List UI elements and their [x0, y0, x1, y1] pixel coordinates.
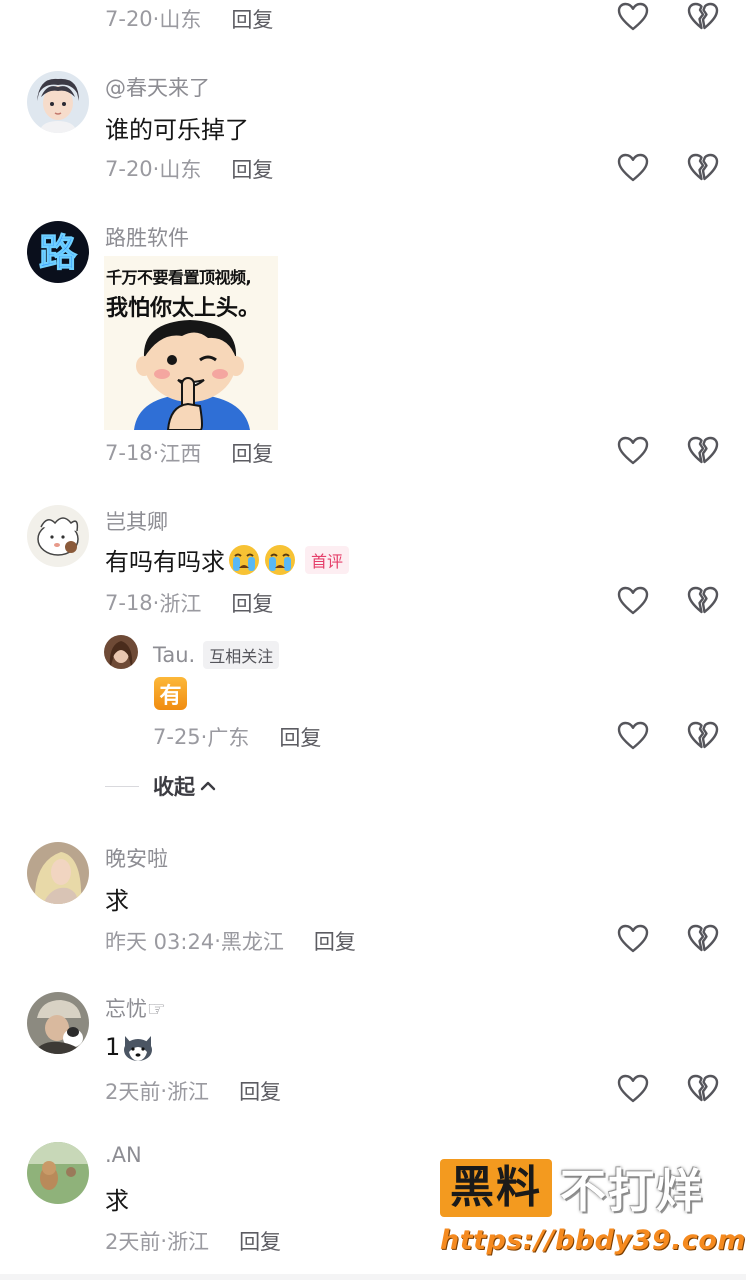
broken-heart-icon[interactable]: [686, 719, 720, 753]
comment-date: 2天前: [105, 1230, 161, 1254]
comment-username[interactable]: 忘忧☞: [105, 993, 166, 1023]
comment-text: 1: [105, 1033, 121, 1061]
heart-outline-icon[interactable]: [616, 922, 650, 956]
comment-username[interactable]: 晚安啦: [105, 843, 168, 873]
reply-button[interactable]: 回复: [231, 438, 273, 468]
cartoon-boy-image: [134, 320, 250, 430]
comment-meta: 2天前 · 浙江 回复: [105, 1076, 281, 1106]
comment-region: 浙江: [159, 592, 202, 616]
reply-button[interactable]: 回复: [239, 1226, 281, 1256]
reply-region: 广东: [207, 726, 250, 750]
avatar[interactable]: [27, 1142, 89, 1204]
reply-button[interactable]: 回复: [314, 926, 356, 956]
comment-meta: 昨天 03:24 · 黑龙江 回复: [105, 926, 356, 956]
comment-text: 求: [105, 887, 129, 915]
comment-region: 浙江: [167, 1230, 210, 1254]
watermark: 黑料 不打烊 https://bbdy39.com: [440, 1155, 746, 1260]
reply-button[interactable]: 回复: [231, 154, 273, 184]
comment-date: 2天前: [105, 1080, 161, 1104]
heart-outline-icon[interactable]: [616, 0, 650, 34]
broken-heart-icon[interactable]: [686, 1072, 720, 1106]
broken-heart-icon[interactable]: [686, 584, 720, 618]
heart-outline-icon[interactable]: [616, 719, 650, 753]
comment-username[interactable]: 路胜软件: [105, 222, 189, 252]
reply-button[interactable]: 回复: [239, 1076, 281, 1106]
reply-text: 有: [159, 683, 182, 709]
heart-outline-icon[interactable]: [616, 434, 650, 468]
comment-region: 山东: [159, 8, 202, 32]
watermark-url: https://bbdy39.com: [440, 1225, 746, 1256]
broken-heart-icon[interactable]: [686, 434, 720, 468]
heart-outline-icon[interactable]: [616, 584, 650, 618]
husky-face-icon: [124, 1036, 153, 1061]
comment-text-row: 有吗有吗求 首评: [105, 542, 350, 577]
crying-face-icon: [263, 543, 297, 577]
watermark-brand-text: 不打烊: [560, 1164, 704, 1218]
mutual-follow-badge: 互相关注: [203, 641, 280, 669]
reply-user-row: Tau. 互相关注: [153, 641, 280, 669]
reply-button[interactable]: 回复: [279, 722, 321, 752]
avatar[interactable]: [104, 635, 138, 669]
watermark-brand: 黑料 不打烊: [440, 1155, 740, 1221]
comment-region: 江西: [159, 442, 202, 466]
reply-date: 7-25: [153, 725, 201, 749]
comment-sticker[interactable]: 千万不要看置顶视频, 我怕你太上头。: [104, 256, 278, 430]
watermark-brand-box: 黑料: [440, 1159, 552, 1217]
heart-outline-icon[interactable]: [616, 151, 650, 185]
avatar[interactable]: 路: [27, 221, 89, 283]
collapse-label: 收起: [153, 775, 195, 799]
crying-face-icon: [227, 543, 261, 577]
comment-date: 7-20: [105, 7, 153, 31]
avatar[interactable]: [27, 842, 89, 904]
reply-meta: 7-25 · 广东 回复: [153, 722, 321, 752]
comment-text: 谁的可乐掉了: [105, 116, 249, 144]
comment-region: 浙江: [167, 1080, 210, 1104]
first-comment-badge: 首评: [305, 545, 350, 574]
heart-outline-icon[interactable]: [616, 1072, 650, 1106]
comment-date: 7-18: [105, 441, 153, 465]
chevron-up-icon: [200, 781, 216, 791]
comment-username[interactable]: .AN: [105, 1143, 142, 1167]
comment-text: 求: [105, 1187, 129, 1215]
comment-meta: 7-20 · 山东 回复: [105, 4, 273, 34]
comment-meta: 7-18 · 浙江 回复: [105, 588, 273, 618]
comment-username[interactable]: @春天来了: [105, 72, 210, 102]
comment-meta: 7-18 · 江西 回复: [105, 438, 273, 468]
reply-text-tile: 有: [154, 677, 187, 710]
comment-date: 7-18: [105, 591, 153, 615]
comment-region: 山东: [159, 158, 202, 182]
avatar[interactable]: [27, 71, 89, 133]
reply-button[interactable]: 回复: [231, 588, 273, 618]
reply-button[interactable]: 回复: [231, 4, 273, 34]
broken-heart-icon[interactable]: [686, 151, 720, 185]
comment-region: 黑龙江: [220, 930, 284, 954]
reply-username[interactable]: Tau.: [153, 643, 195, 667]
avatar[interactable]: [27, 505, 89, 567]
bottom-divider: [0, 1274, 746, 1280]
collapse-replies-button[interactable]: 收起: [105, 771, 217, 801]
comment-text: 有吗有吗求: [105, 548, 225, 576]
comment-meta: 2天前 · 浙江 回复: [105, 1226, 281, 1256]
comment-text-row: 1: [105, 1030, 155, 1064]
avatar[interactable]: [27, 992, 89, 1054]
divider-line: [105, 785, 139, 787]
broken-heart-icon[interactable]: [686, 0, 720, 34]
comment-username[interactable]: 岂其卿: [105, 506, 168, 536]
sticker-line-1: 千万不要看置顶视频,: [106, 268, 252, 287]
broken-heart-icon[interactable]: [686, 922, 720, 956]
svg-text:路: 路: [39, 231, 78, 275]
comment-date: 昨天 03:24: [105, 930, 215, 954]
comment-date: 7-20: [105, 157, 153, 181]
comment-meta: 7-20 · 山东 回复: [105, 154, 273, 184]
